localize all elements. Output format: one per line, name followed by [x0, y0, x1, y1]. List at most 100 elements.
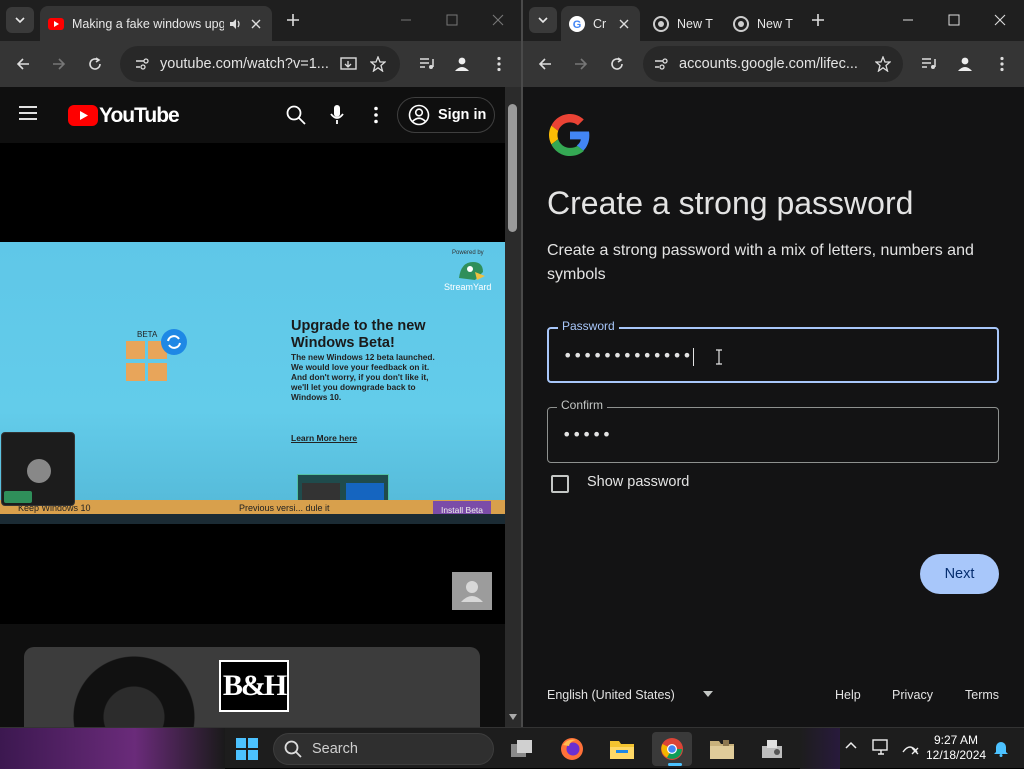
google-logo-icon: [549, 114, 590, 156]
display-button[interactable]: [872, 738, 890, 756]
scroll-down-icon[interactable]: [509, 714, 517, 720]
profile-button[interactable]: [950, 49, 980, 79]
taskbar-clock[interactable]: 9:27 AM 12/18/2024: [926, 733, 986, 763]
windows-start-icon: [236, 738, 258, 760]
youtube-logo[interactable]: [68, 105, 98, 126]
bookmark-star-icon[interactable]: [875, 56, 891, 72]
sync-icon: [161, 329, 187, 355]
tab-new-tab-2[interactable]: New T: [725, 6, 803, 41]
language-selector[interactable]: English (United States): [547, 688, 675, 702]
taskbar-search[interactable]: Search: [273, 733, 494, 765]
desktop-wallpaper-right: [800, 728, 840, 769]
address-bar[interactable]: accounts.google.com/lifec...: [643, 46, 903, 82]
youtube-logo-text: YouTube: [99, 104, 180, 127]
browser-menu-button[interactable]: [484, 49, 514, 79]
plus-icon: [287, 14, 299, 26]
chevron-up-icon: [845, 741, 857, 749]
minimize-button[interactable]: [885, 0, 931, 40]
show-password-label[interactable]: Show password: [587, 474, 689, 490]
video-player[interactable]: Powered by StreamYard BETA Upgrade to th…: [0, 242, 505, 524]
streamyard-logo-icon: [459, 262, 485, 280]
plus-icon: [812, 14, 824, 26]
forward-button[interactable]: [566, 49, 596, 79]
minimize-icon: [903, 19, 913, 21]
display-icon: [872, 739, 888, 755]
app-button[interactable]: [752, 732, 792, 766]
beta-label: BETA: [137, 330, 158, 339]
show-hidden-icons-button[interactable]: [845, 741, 857, 749]
tab-youtube[interactable]: Making a fake windows upgrade: [40, 6, 272, 41]
back-button[interactable]: [530, 49, 560, 79]
media-controls-button[interactable]: [412, 49, 442, 79]
settings-menu-button[interactable]: [374, 106, 378, 124]
minimize-button[interactable]: [383, 0, 429, 40]
channel-avatar[interactable]: [452, 572, 492, 610]
maximize-button[interactable]: [429, 0, 475, 40]
url-text: accounts.google.com/lifec...: [679, 56, 858, 72]
video-body-text: The new Windows 12 beta launched. We wou…: [291, 352, 435, 402]
maximize-icon: [446, 14, 458, 26]
site-info-icon[interactable]: [134, 56, 150, 72]
text-cursor-icon: [716, 349, 722, 365]
next-button[interactable]: Next: [920, 554, 999, 594]
help-link[interactable]: Help: [835, 688, 861, 702]
speaker-icon[interactable]: [228, 17, 242, 31]
show-password-checkbox[interactable]: [551, 475, 569, 493]
file-explorer-icon: [610, 741, 634, 759]
close-tab-icon[interactable]: [616, 16, 632, 32]
start-button[interactable]: [227, 732, 267, 766]
profile-button[interactable]: [447, 49, 477, 79]
bookmark-star-icon[interactable]: [370, 56, 386, 72]
reload-button[interactable]: [80, 49, 110, 79]
maximize-button[interactable]: [931, 0, 977, 40]
address-bar[interactable]: youtube.com/watch?v=1...: [120, 46, 400, 82]
kebab-menu-icon: [374, 106, 378, 124]
new-tab-button[interactable]: [278, 5, 308, 35]
site-info-icon[interactable]: [653, 56, 669, 72]
terms-link[interactable]: Terms: [965, 688, 999, 702]
network-button[interactable]: [901, 738, 919, 756]
file-explorer-button[interactable]: [602, 732, 642, 766]
privacy-link[interactable]: Privacy: [892, 688, 933, 702]
scrollbar-thumb[interactable]: [508, 104, 517, 232]
previous-version-label: Previous versi... dule it: [239, 503, 330, 513]
tab-search-button[interactable]: [6, 7, 34, 33]
create-password-page: Create a strong password Create a strong…: [523, 87, 1024, 727]
firefox-button[interactable]: [552, 732, 592, 766]
close-window-button[interactable]: [475, 0, 521, 40]
avatar: [27, 459, 51, 483]
voice-search-button[interactable]: [330, 104, 344, 126]
tab-google-accounts[interactable]: G Cr: [561, 6, 640, 41]
task-view-button[interactable]: [502, 732, 542, 766]
reload-button[interactable]: [602, 49, 632, 79]
close-icon: [994, 14, 1006, 26]
svg-text:G: G: [573, 19, 582, 31]
media-controls-button[interactable]: [914, 49, 944, 79]
search-button[interactable]: [286, 105, 306, 125]
new-tab-button[interactable]: [803, 5, 833, 35]
password-field[interactable]: Password •••••••••••••: [547, 319, 999, 383]
youtube-play-icon: [68, 105, 98, 126]
install-app-icon[interactable]: [340, 56, 358, 72]
tab-strip: Making a fake windows upgrade: [0, 0, 521, 41]
browser-menu-button[interactable]: [987, 49, 1017, 79]
close-tab-icon[interactable]: [248, 16, 264, 32]
sign-in-button[interactable]: Sign in: [397, 97, 495, 133]
back-button[interactable]: [8, 49, 38, 79]
close-window-button[interactable]: [977, 0, 1023, 40]
page-scrollbar[interactable]: [505, 87, 521, 727]
password-value: •••••••••••••: [563, 346, 693, 365]
confirm-value: •••••: [562, 425, 612, 444]
tab-search-button[interactable]: [529, 7, 557, 33]
notifications-button[interactable]: [993, 739, 1009, 757]
confirm-label: Confirm: [557, 398, 608, 412]
powered-by-label: Powered by: [452, 250, 484, 256]
folder-button[interactable]: [702, 732, 742, 766]
chrome-button[interactable]: [652, 732, 692, 766]
confirm-field[interactable]: Confirm •••••: [547, 398, 999, 463]
tab-new-tab-1[interactable]: New T: [645, 6, 723, 41]
forward-button[interactable]: [44, 49, 74, 79]
google-favicon-icon: G: [569, 15, 585, 32]
hamburger-menu-button[interactable]: [18, 105, 38, 121]
dropdown-arrow-icon[interactable]: [703, 691, 713, 697]
